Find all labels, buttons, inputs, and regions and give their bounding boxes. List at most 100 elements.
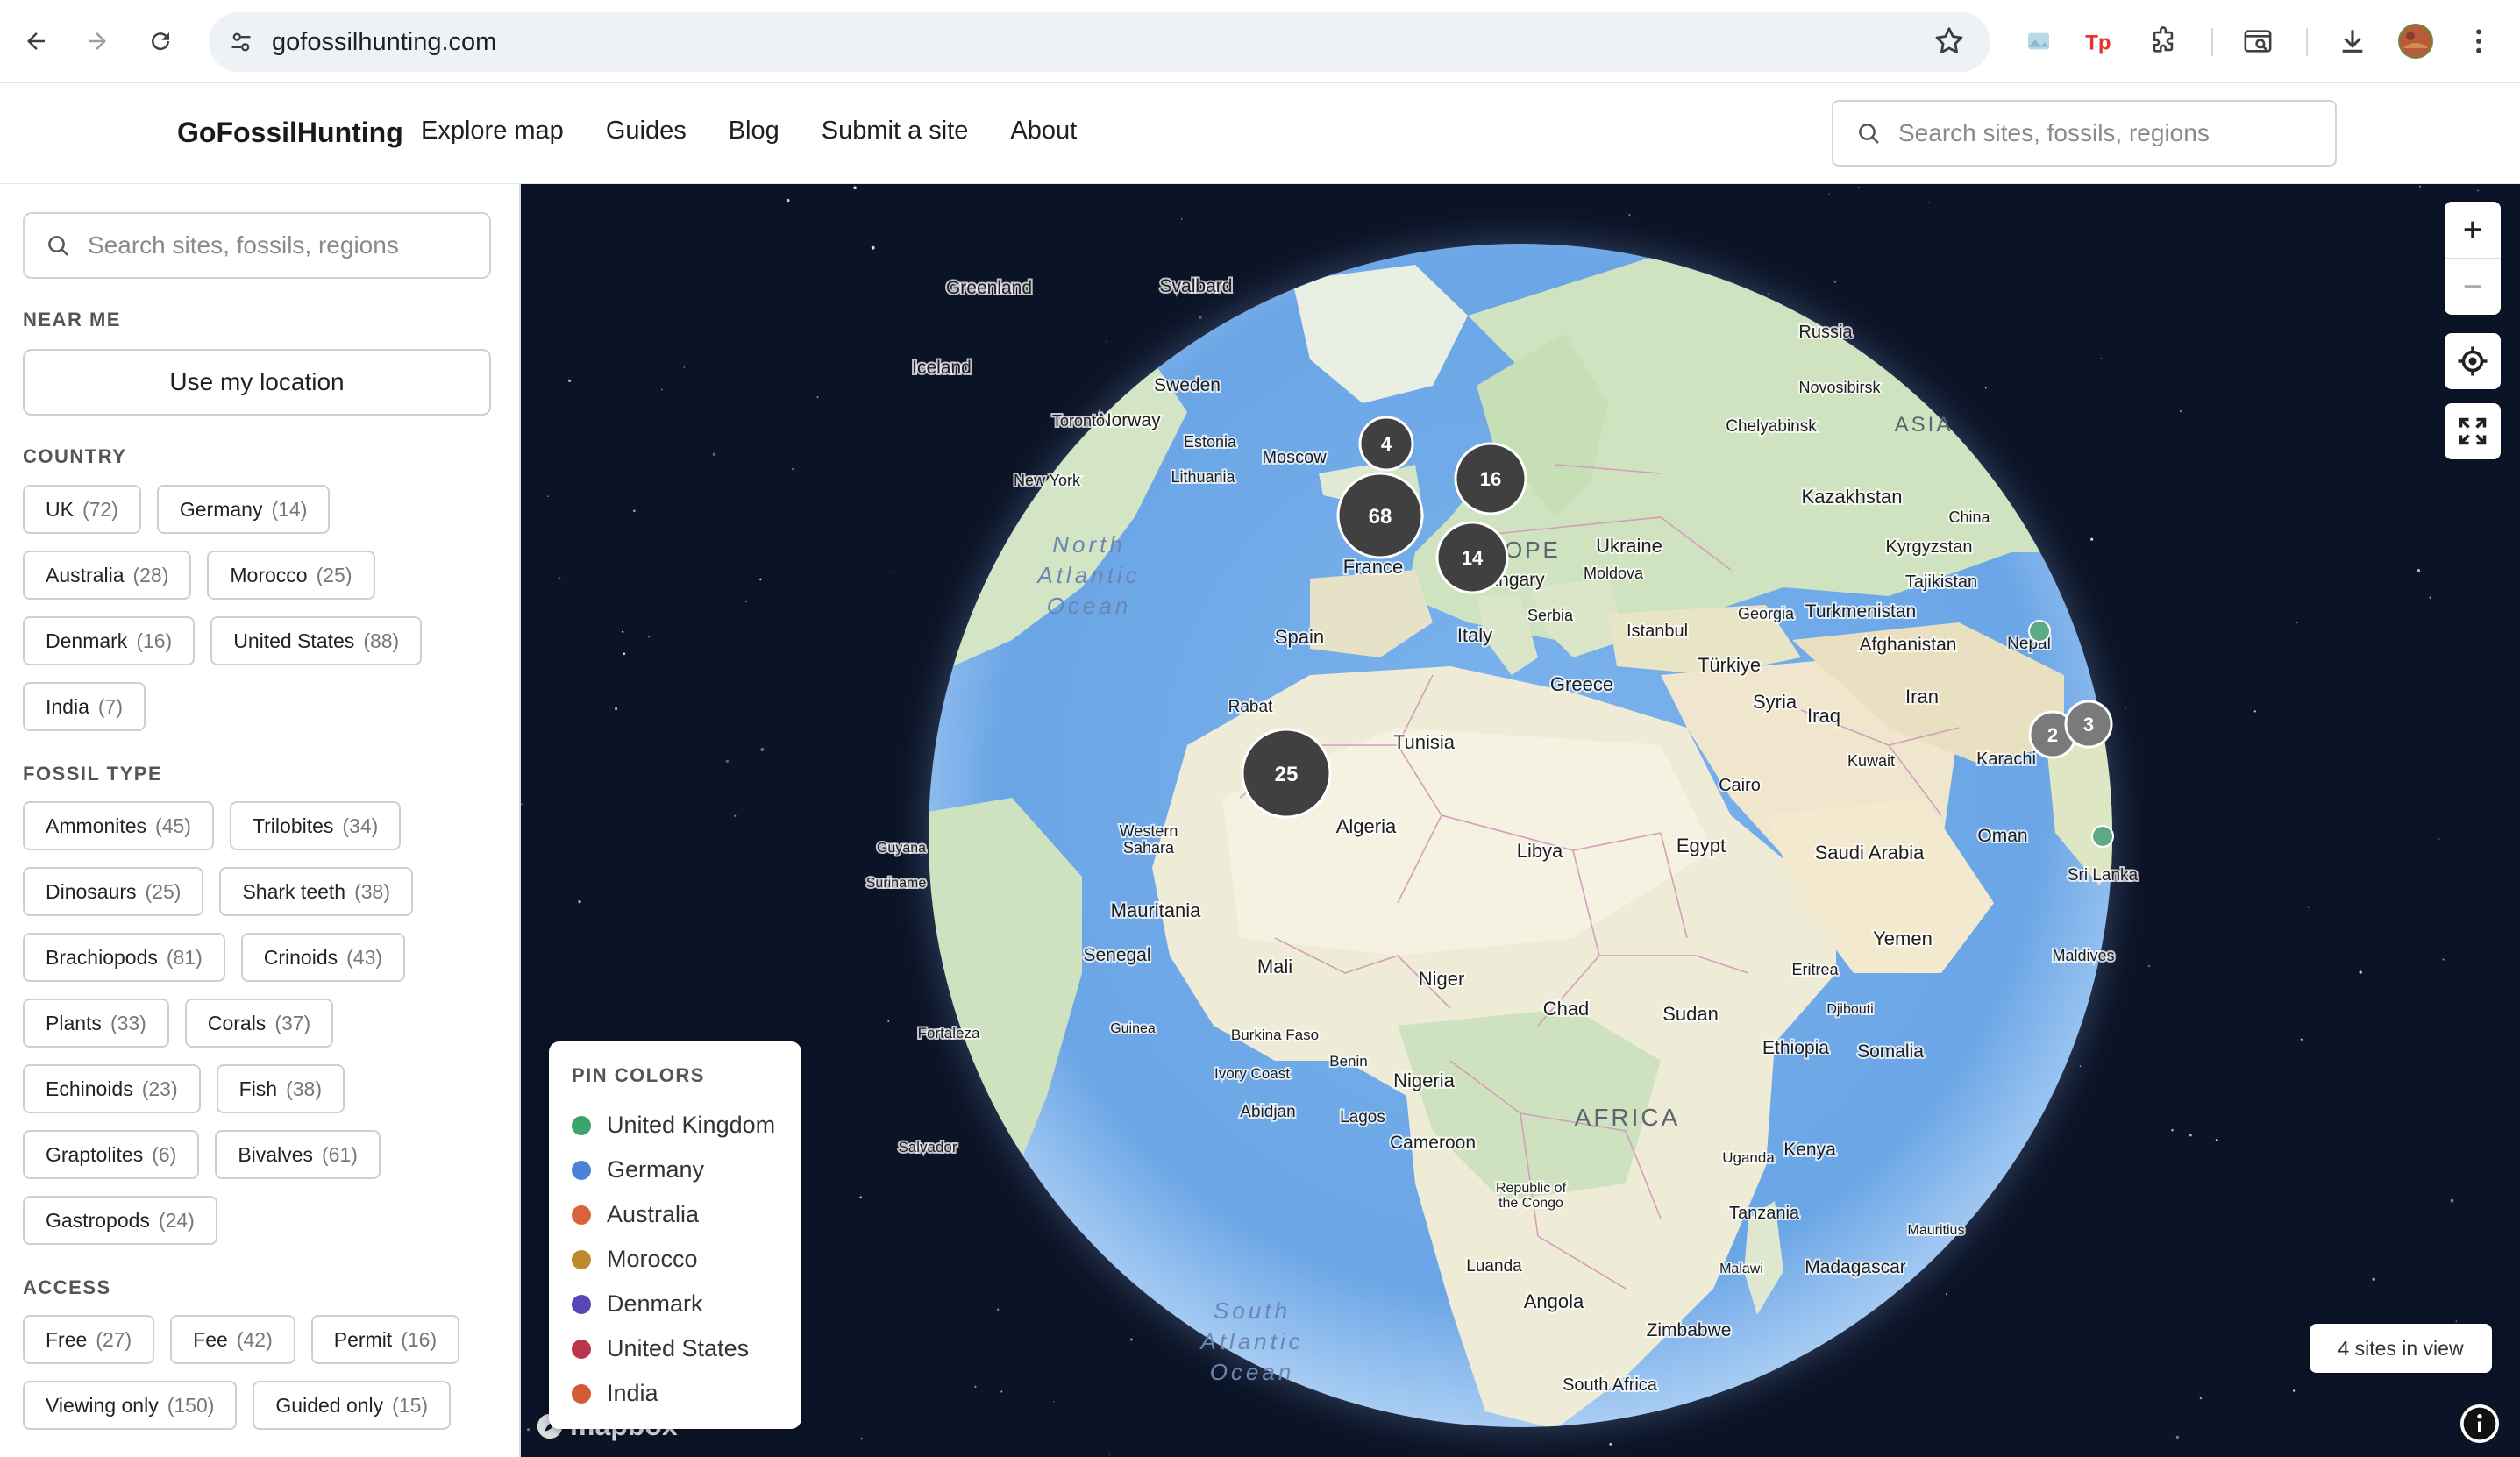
fossil-type-chip[interactable]: Corals (37) — [184, 999, 334, 1048]
back-icon[interactable] — [14, 19, 58, 63]
map-label-istanbul: Istanbul — [1627, 622, 1688, 641]
site-info-icon[interactable] — [224, 25, 258, 59]
site-logo[interactable]: GoFossilHunting — [177, 117, 403, 149]
star — [2450, 1198, 2454, 1203]
profile-avatar[interactable] — [2394, 19, 2438, 63]
chip-count: (34) — [342, 814, 379, 837]
kebab-menu-icon[interactable] — [2457, 19, 2501, 63]
map-label-western-sahara: Western Sahara — [1120, 822, 1178, 856]
extension-image-icon[interactable] — [2017, 19, 2061, 63]
star — [2418, 185, 2422, 188]
legend-item: United States — [572, 1326, 779, 1371]
map-label-south-atlantic: South Atlantic Ocean — [1199, 1297, 1303, 1385]
star — [974, 1385, 977, 1388]
tab-search-icon[interactable] — [2236, 19, 2280, 63]
geolocate-icon[interactable] — [2445, 333, 2501, 389]
nav-about[interactable]: About — [1010, 117, 1077, 146]
access-chip[interactable]: Free (27) — [23, 1315, 155, 1364]
access-chip[interactable]: Fee (42) — [170, 1315, 295, 1364]
bookmark-star-icon[interactable] — [1933, 25, 1966, 62]
zoom-in-icon[interactable] — [2445, 202, 2501, 258]
cluster-count: 2 — [2047, 724, 2058, 746]
fossil-type-chip[interactable]: Bivalves (61) — [215, 1130, 381, 1179]
fossil-type-chip[interactable]: Gastropods (24) — [23, 1196, 217, 1245]
country-chip[interactable]: United States (88) — [210, 616, 423, 665]
access-chip[interactable]: Permit (16) — [310, 1315, 460, 1364]
cluster-marker[interactable]: 25 — [1241, 728, 1332, 819]
star — [787, 198, 790, 203]
map-label-ethiopia: Ethiopia — [1762, 1038, 1829, 1058]
cluster-count: 68 — [1369, 505, 1392, 529]
fossil-type-chip[interactable]: Crinoids (43) — [240, 933, 406, 982]
star — [633, 509, 636, 513]
country-chip[interactable]: Denmark (16) — [23, 616, 196, 665]
attribution-info-icon[interactable] — [2460, 1404, 2499, 1443]
map-label-iraq: Iraq — [1807, 705, 1840, 727]
country-chips: UK (72) Germany (14) Australia (28) Morocco (25… — [23, 485, 514, 731]
nav-explore-map[interactable]: Explore map — [421, 117, 564, 146]
map-pin[interactable] — [2028, 620, 2051, 643]
fossil-type-chip[interactable]: Ammonites (45) — [23, 801, 214, 850]
sidebar-search-box[interactable] — [23, 212, 491, 279]
access-chip[interactable]: Guided only (15) — [253, 1381, 452, 1430]
map-label-georgia: Georgia — [1738, 605, 1795, 622]
reload-icon[interactable] — [139, 19, 182, 63]
fossil-type-chip[interactable]: Shark teeth (38) — [219, 867, 413, 916]
use-my-location-button[interactable]: Use my location — [23, 349, 491, 416]
nav-guides[interactable]: Guides — [606, 117, 687, 146]
map-view[interactable]: Greenland Svalbard Russia Iceland Sweden Norw… — [521, 184, 2520, 1457]
star — [1928, 202, 1931, 203]
star — [623, 652, 626, 656]
star — [2147, 964, 2151, 968]
fossil-type-chip[interactable]: Plants (33) — [23, 999, 169, 1048]
chip-count: (24) — [158, 1208, 195, 1232]
map-label-nigeria: Nigeria — [1393, 1070, 1455, 1091]
cluster-marker[interactable]: 3 — [2064, 700, 2113, 749]
map-label-cameroon: Cameroon — [1390, 1133, 1476, 1153]
fossil-type-chip[interactable]: Dinosaurs (25) — [23, 867, 204, 916]
fossil-type-chip[interactable]: Trilobites (34) — [229, 801, 402, 850]
chip-label: Germany — [179, 497, 263, 521]
star — [661, 388, 663, 391]
address-bar[interactable]: gofossilhunting.com — [209, 12, 1990, 72]
download-icon[interactable] — [2331, 19, 2374, 63]
puzzle-extensions-icon[interactable] — [2141, 19, 2185, 63]
country-chip[interactable]: Australia (28) — [23, 551, 192, 600]
country-chip[interactable]: India (7) — [23, 682, 146, 731]
header-search-box[interactable] — [1832, 100, 2337, 167]
nav-submit-a-site[interactable]: Submit a site — [822, 117, 969, 146]
fullscreen-icon[interactable] — [2445, 403, 2501, 459]
map-pin[interactable] — [2091, 825, 2114, 848]
globe-map[interactable]: Greenland Svalbard Russia Iceland Sweden Norw… — [521, 184, 2520, 1457]
map-label-abidjan: Abidjan — [1240, 1103, 1295, 1121]
chip-count: (6) — [152, 1142, 177, 1166]
fossil-type-chip[interactable]: Brachiopods (81) — [23, 933, 225, 982]
country-chip[interactable]: Germany (14) — [156, 485, 331, 534]
star — [2090, 537, 2094, 541]
map-label-mauritania: Mauritania — [1111, 899, 1201, 921]
chip-count: (23) — [141, 1077, 178, 1100]
tp-extension-icon[interactable]: Tp — [2078, 19, 2122, 63]
star — [734, 814, 737, 817]
fossil-type-chip[interactable]: Echinoids (23) — [23, 1064, 201, 1113]
forward-icon[interactable] — [75, 19, 119, 63]
header-search-input[interactable] — [1898, 116, 2319, 151]
zoom-out-icon[interactable] — [2445, 259, 2501, 315]
map-label-ukraine: Ukraine — [1596, 535, 1662, 557]
access-chip[interactable]: Viewing only (150) — [23, 1381, 238, 1430]
cluster-marker[interactable]: 68 — [1336, 472, 1424, 559]
nav-blog[interactable]: Blog — [729, 117, 779, 146]
fossil-type-chip[interactable]: Graptolites (6) — [23, 1130, 200, 1179]
sidebar-search-input[interactable] — [88, 228, 473, 263]
country-chip[interactable]: Morocco (25) — [207, 551, 375, 600]
country-chip[interactable]: UK (72) — [23, 485, 141, 534]
map-label-kyrgyzstan: Kyrgyzstan — [1886, 537, 1973, 557]
url-text[interactable]: gofossilhunting.com — [272, 28, 496, 57]
cluster-marker[interactable]: 16 — [1454, 442, 1527, 515]
map-label-madagascar: Madagascar — [1805, 1257, 1906, 1277]
star — [558, 577, 561, 580]
star — [860, 1437, 863, 1440]
cluster-marker[interactable]: 14 — [1435, 521, 1509, 594]
fossil-type-chip[interactable]: Fish (38) — [216, 1064, 345, 1113]
cluster-marker[interactable]: 4 — [1358, 416, 1414, 472]
